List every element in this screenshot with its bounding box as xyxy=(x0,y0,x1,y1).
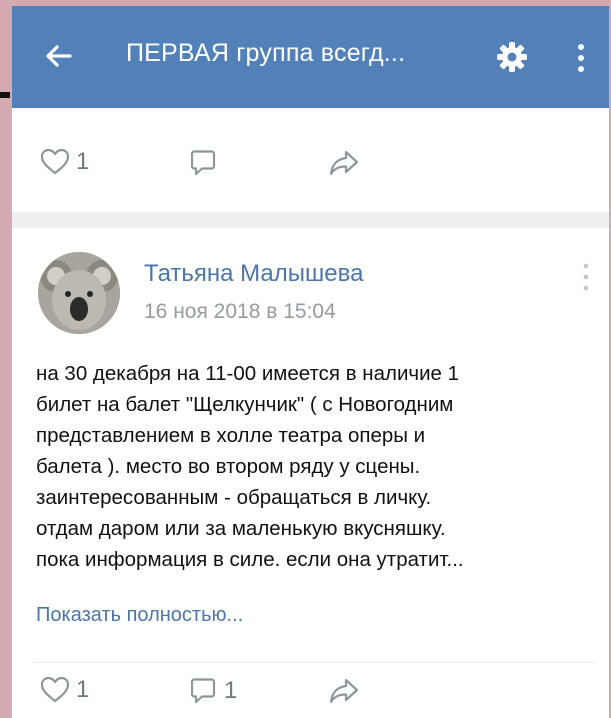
heart-icon xyxy=(40,148,70,175)
page-title: ПЕРВАЯ группа всегд... xyxy=(126,39,406,67)
avatar[interactable] xyxy=(38,252,120,334)
like-count: 1 xyxy=(76,148,90,175)
heart-icon xyxy=(40,676,70,703)
feed-separator xyxy=(12,212,609,228)
comment-button[interactable] xyxy=(188,148,224,178)
post-date: 16 ноя 2018 в 15:04 xyxy=(144,300,336,323)
koala-avatar-image xyxy=(38,252,120,334)
post-text-line: пока информация в силе. если она утратит… xyxy=(36,548,464,571)
post-text-line: представлением в холле театра оперы и xyxy=(36,424,426,447)
share-icon xyxy=(329,150,359,176)
like-button[interactable]: 1 xyxy=(40,676,89,704)
post-author[interactable]: Татьяна Малышева xyxy=(144,260,363,288)
previous-post-actions: 1 xyxy=(12,108,609,212)
frame-edge-mark xyxy=(0,92,10,98)
gear-icon[interactable] xyxy=(495,40,529,74)
comment-button[interactable]: 1 xyxy=(188,676,237,706)
more-vertical-icon[interactable] xyxy=(576,42,586,74)
more-vertical-icon[interactable] xyxy=(582,262,590,292)
comment-count: 1 xyxy=(224,677,238,704)
post-text-line: заинтересованным - обращаться в личку. xyxy=(36,486,432,509)
post-actions: 1 1 xyxy=(12,664,609,718)
share-button[interactable] xyxy=(328,148,360,178)
post-text-line: балета ). место во втором ряду у сцены. xyxy=(36,455,421,478)
divider xyxy=(34,662,596,663)
arrow-left-icon[interactable] xyxy=(38,36,78,76)
share-icon xyxy=(329,678,359,704)
like-button[interactable]: 1 xyxy=(40,148,89,176)
post-text: на 30 декабря на 11-00 имеется в наличие… xyxy=(36,358,596,575)
like-count: 1 xyxy=(76,676,90,703)
post-text-line: на 30 декабря на 11-00 имеется в наличие… xyxy=(36,362,460,385)
app-bar: ПЕРВАЯ группа всегд... xyxy=(12,6,609,108)
post-text-line: отдам даром или за маленькую вкусняшку. xyxy=(36,517,446,540)
post-text-line: билет на балет "Щелкунчик" ( с Новогодни… xyxy=(36,393,454,416)
comment-icon xyxy=(190,678,216,704)
show-more-link[interactable]: Показать полностью... xyxy=(36,604,243,627)
comment-icon xyxy=(190,150,216,176)
share-button[interactable] xyxy=(328,676,360,706)
wall-post: Татьяна Малышева 16 ноя 2018 в 15:04 на … xyxy=(12,228,609,718)
phone-screen: ПЕРВАЯ группа всегд... 1 Татьяна Малышев… xyxy=(12,6,609,718)
